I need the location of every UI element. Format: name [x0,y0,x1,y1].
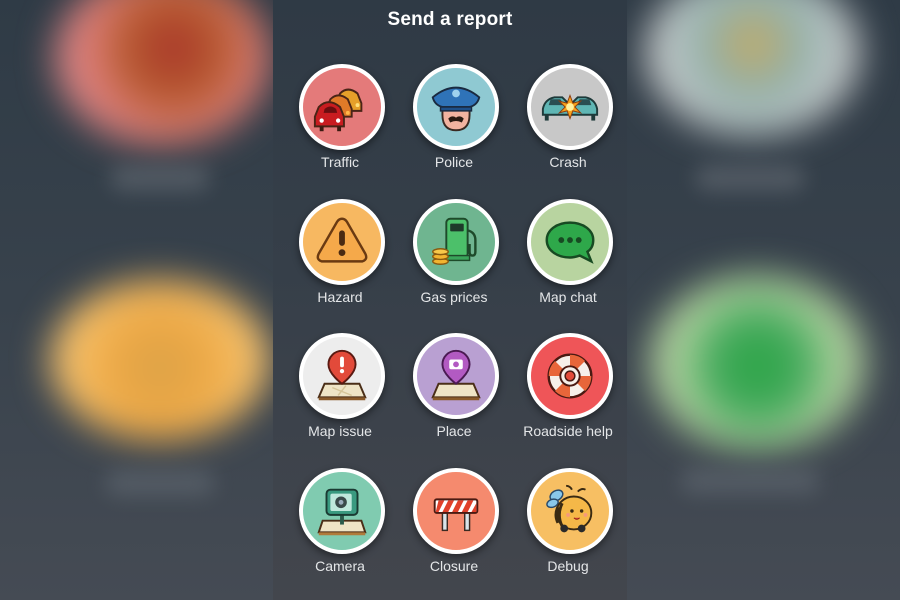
bee-bug-icon [546,484,593,533]
report-button-traffic[interactable] [299,64,385,150]
background-blur-map-chat [650,275,865,450]
car-crash-icon [541,93,599,121]
report-label-map-issue: Map issue [308,423,372,439]
report-item-debug[interactable]: Debug [511,468,625,594]
report-label-police: Police [434,154,474,170]
road-barrier-icon [433,498,479,532]
report-item-map-chat[interactable]: Map chat [511,199,625,325]
report-item-closure[interactable]: Closure [397,468,511,594]
report-item-crash[interactable]: Crash [511,64,625,190]
background-blur-label [110,165,210,191]
send-report-panel: Send a report Traffic Police Crash Hazar… [273,0,627,600]
background-blur-crash [645,0,860,135]
report-button-police[interactable] [413,64,499,150]
traffic-cars-icon [313,88,363,132]
chat-bubble-icon [545,221,595,264]
report-button-closure[interactable] [413,468,499,554]
report-button-gas-prices[interactable] [413,199,499,285]
report-item-gas-prices[interactable]: Gas prices [397,199,511,325]
report-label-hazard: Hazard [317,289,363,305]
map-issue-pin-icon [317,349,367,401]
report-button-roadside-help[interactable] [527,333,613,419]
report-button-hazard[interactable] [299,199,385,285]
report-item-traffic[interactable]: Traffic [283,64,397,190]
report-item-hazard[interactable]: Hazard [283,199,397,325]
speed-camera-icon [317,488,367,536]
background-blur-label [695,165,805,191]
report-label-roadside-help: Roadside help [523,423,613,439]
report-label-debug: Debug [547,558,589,574]
report-label-traffic: Traffic [320,154,360,170]
report-label-place: Place [436,423,472,439]
report-label-crash: Crash [549,154,587,170]
report-item-roadside-help[interactable]: Roadside help [511,333,625,459]
hazard-warning-icon [316,217,368,263]
police-officer-icon [431,86,481,132]
report-button-debug[interactable] [527,468,613,554]
report-button-map-chat[interactable] [527,199,613,285]
background-blur-hazard [50,280,270,440]
report-button-camera[interactable] [299,468,385,554]
report-button-place[interactable] [413,333,499,419]
background-blur-label [680,468,820,494]
background-blur-traffic [55,0,270,145]
report-label-camera: Camera [315,558,365,574]
lifebuoy-icon [547,353,593,399]
report-button-map-issue[interactable] [299,333,385,419]
report-item-map-issue[interactable]: Map issue [283,333,397,459]
report-label-gas-prices: Gas prices [420,289,488,305]
report-label-closure: Closure [429,558,479,574]
report-item-camera[interactable]: Camera [283,468,397,594]
gas-pump-icon [432,217,477,266]
place-camera-pin-icon [431,349,481,401]
report-label-map-chat: Map chat [539,289,597,305]
background-blur-label [105,470,215,496]
report-item-place[interactable]: Place [397,333,511,459]
report-grid: Traffic Police Crash Hazard Gas prices M… [273,0,627,600]
report-button-crash[interactable] [527,64,613,150]
report-item-police[interactable]: Police [397,64,511,190]
